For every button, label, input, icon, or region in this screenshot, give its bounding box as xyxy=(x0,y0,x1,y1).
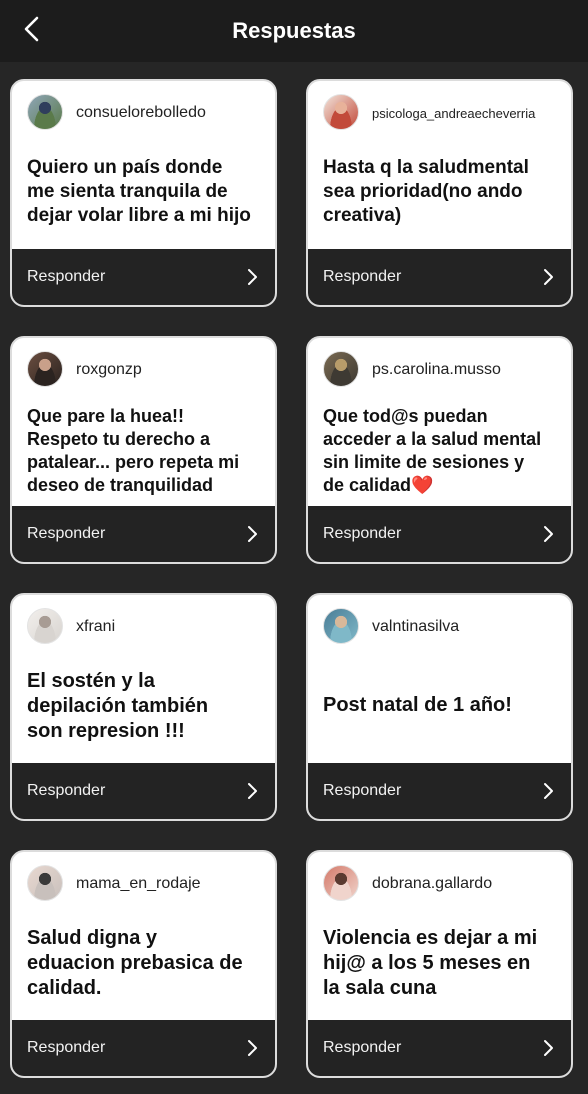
avatar[interactable] xyxy=(27,351,63,387)
username[interactable]: mama_en_rodaje xyxy=(76,875,267,893)
chevron-right-icon xyxy=(245,1038,261,1058)
avatar[interactable] xyxy=(323,608,359,644)
response-card: mama_en_rodaje Salud digna y eduacion pr… xyxy=(10,850,277,1078)
reply-button[interactable]: Responder xyxy=(12,249,275,305)
username[interactable]: roxgonzp xyxy=(76,361,267,379)
avatar[interactable] xyxy=(323,351,359,387)
avatar[interactable] xyxy=(27,608,63,644)
card-header: roxgonzp xyxy=(12,338,275,404)
reply-label: Responder xyxy=(27,268,106,285)
reply-label: Responder xyxy=(27,1039,106,1056)
chevron-right-icon xyxy=(541,781,557,801)
card-header: psicologa_andreaecheverria xyxy=(308,81,571,147)
response-card: valntinasilva Post natal de 1 año! Respo… xyxy=(306,593,573,821)
response-card: roxgonzp Que pare la huea!! Respeto tu d… xyxy=(10,336,277,564)
reply-label: Responder xyxy=(323,782,402,799)
username[interactable]: dobrana.gallardo xyxy=(372,875,563,893)
chevron-right-icon xyxy=(245,267,261,287)
response-card: ps.carolina.musso Que tod@s puedan acced… xyxy=(306,336,573,564)
heart-emoji: ❤️ xyxy=(411,475,434,495)
username[interactable]: valntinasilva xyxy=(372,618,563,636)
username[interactable]: ps.carolina.musso xyxy=(372,361,563,379)
reply-button[interactable]: Responder xyxy=(308,763,571,819)
response-card: dobrana.gallardo Violencia es dejar a mi… xyxy=(306,850,573,1078)
avatar[interactable] xyxy=(27,865,63,901)
reply-label: Responder xyxy=(323,1039,402,1056)
response-card: xfrani El sostén y la depilación también… xyxy=(10,593,277,821)
avatar[interactable] xyxy=(27,94,63,130)
response-text: Salud digna y eduacion prebasica de cali… xyxy=(27,927,243,999)
card-header: xfrani xyxy=(12,595,275,661)
reply-label: Responder xyxy=(323,268,402,285)
card-header: mama_en_rodaje xyxy=(12,852,275,918)
chevron-right-icon xyxy=(245,524,261,544)
response-text: Que pare la huea!! Respeto tu derecho a … xyxy=(27,406,240,495)
chevron-right-icon xyxy=(541,524,557,544)
reply-button[interactable]: Responder xyxy=(308,506,571,562)
response-text: Violencia es dejar a mi hij@ a los 5 mes… xyxy=(323,927,538,999)
card-header: ps.carolina.musso xyxy=(308,338,571,404)
chevron-right-icon xyxy=(541,1038,557,1058)
card-header: valntinasilva xyxy=(308,595,571,661)
response-card: psicologa_andreaecheverria Hasta q la sa… xyxy=(306,79,573,307)
page-title: Respuestas xyxy=(232,18,356,43)
card-header: dobrana.gallardo xyxy=(308,852,571,918)
reply-label: Responder xyxy=(27,525,106,542)
response-text: Que tod@s puedan acceder a la salud ment… xyxy=(323,405,559,497)
avatar[interactable] xyxy=(323,94,359,130)
reply-button[interactable]: Responder xyxy=(12,506,275,562)
reply-button[interactable]: Responder xyxy=(308,249,571,305)
reply-button[interactable]: Responder xyxy=(12,1020,275,1076)
response-text: El sostén y la depilación también son re… xyxy=(27,670,209,742)
username[interactable]: xfrani xyxy=(76,618,267,636)
top-bar: Respuestas xyxy=(0,0,588,62)
response-text: Post natal de 1 año! xyxy=(323,694,512,716)
response-text: Hasta q la saludmental sea prioridad(no … xyxy=(323,157,529,226)
username[interactable]: consuelorebolledo xyxy=(76,104,267,122)
reply-label: Responder xyxy=(323,525,402,542)
card-header: consuelorebolledo xyxy=(12,81,275,147)
reply-label: Responder xyxy=(27,782,106,799)
response-card: consuelorebolledo Quiero un país donde m… xyxy=(10,79,277,307)
reply-button[interactable]: Responder xyxy=(12,763,275,819)
chevron-right-icon xyxy=(541,267,557,287)
avatar[interactable] xyxy=(323,865,359,901)
chevron-right-icon xyxy=(245,781,261,801)
reply-button[interactable]: Responder xyxy=(308,1020,571,1076)
response-text: Quiero un país donde me sienta tranquila… xyxy=(27,157,251,226)
username[interactable]: psicologa_andreaecheverria xyxy=(372,106,563,121)
